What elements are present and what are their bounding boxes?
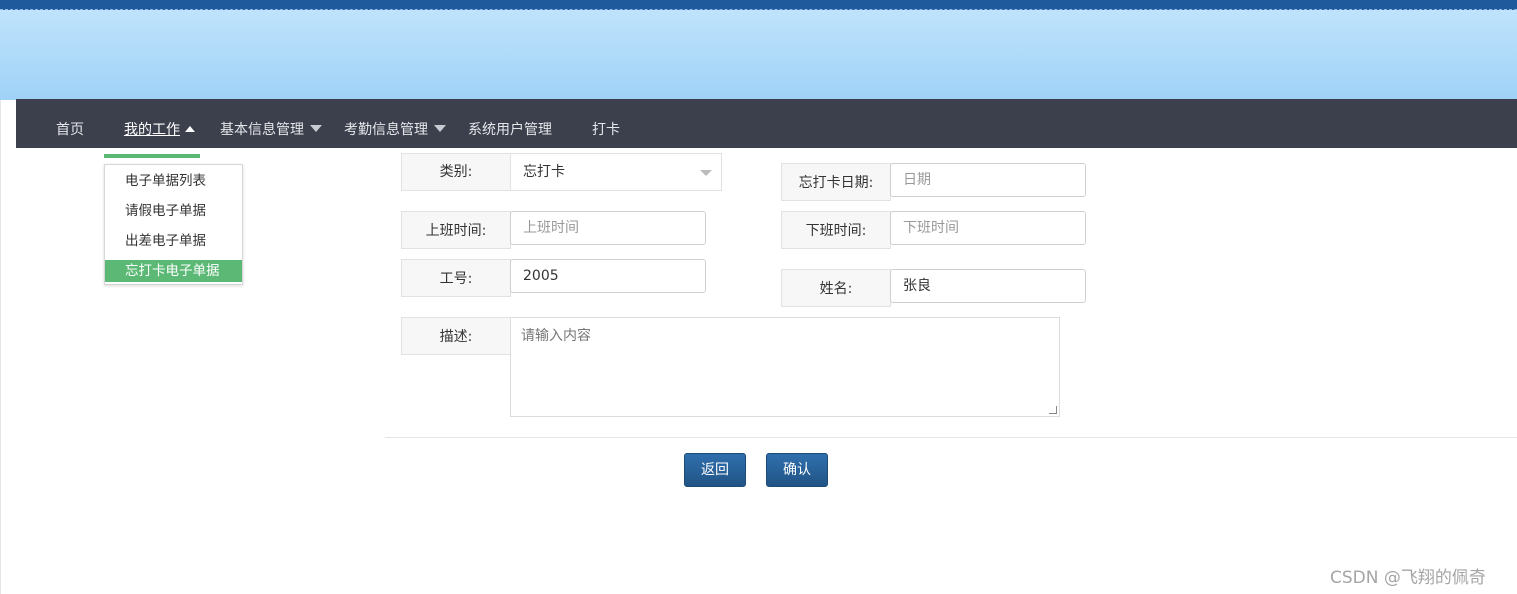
nav-attendance[interactable]: 考勤信息管理 [344, 120, 446, 140]
start-time-placeholder: 上班时间 [523, 220, 579, 236]
end-time-placeholder: 下班时间 [903, 220, 959, 236]
employee-no-input[interactable]: 2005 [510, 259, 706, 293]
nav-system-users-label: 系统用户管理 [468, 122, 552, 138]
category-select[interactable]: 忘打卡 [510, 153, 722, 191]
caret-up-icon [185, 126, 195, 132]
nav-clock-in[interactable]: 打卡 [592, 120, 620, 140]
start-time-input[interactable]: 上班时间 [510, 211, 706, 245]
header-banner [0, 10, 1517, 100]
form-divider [385, 437, 1517, 438]
nav-basic-info-label: 基本信息管理 [220, 122, 304, 138]
nav-home[interactable]: 首页 [56, 120, 84, 140]
back-button[interactable]: 返回 [684, 453, 746, 487]
category-label: 类别: [401, 153, 511, 191]
name-label: 姓名: [781, 269, 891, 307]
dropdown-item-forgot-clock-document[interactable]: 忘打卡电子单据 [105, 260, 242, 282]
confirm-button[interactable]: 确认 [766, 453, 828, 487]
caret-down-icon [310, 125, 322, 132]
employee-no-label: 工号: [401, 259, 511, 297]
category-select-value: 忘打卡 [523, 164, 565, 180]
dropdown-item-trip-document[interactable]: 出差电子单据 [105, 230, 242, 252]
description-label: 描述: [401, 317, 511, 355]
nav-my-work-label: 我的工作 [124, 122, 180, 138]
resize-handle-icon[interactable] [1049, 406, 1057, 414]
nav-attendance-label: 考勤信息管理 [344, 122, 428, 138]
dropdown-item-leave-document[interactable]: 请假电子单据 [105, 200, 242, 222]
top-border [0, 0, 1517, 10]
nav-system-users[interactable]: 系统用户管理 [468, 120, 552, 140]
forgot-date-placeholder: 日期 [903, 172, 931, 188]
dropdown-item-document-list[interactable]: 电子单据列表 [105, 170, 242, 192]
chevron-down-icon [700, 170, 712, 176]
description-textarea[interactable]: 请输入内容 [510, 317, 1060, 417]
nav-clock-in-label: 打卡 [592, 122, 620, 138]
nav-home-label: 首页 [56, 122, 84, 138]
description-placeholder: 请输入内容 [521, 328, 591, 344]
my-work-dropdown: 电子单据列表 请假电子单据 出差电子单据 忘打卡电子单据 [104, 164, 243, 285]
name-input[interactable]: 张良 [890, 269, 1086, 303]
nav-my-work[interactable]: 我的工作 [124, 120, 195, 140]
end-time-input[interactable]: 下班时间 [890, 211, 1086, 245]
forgot-date-label: 忘打卡日期: [781, 163, 891, 201]
end-time-label: 下班时间: [781, 211, 891, 249]
csdn-watermark: CSDN @飞翔的佩奇 [1330, 568, 1486, 588]
active-nav-indicator [104, 154, 200, 158]
left-edge-line [0, 100, 1, 594]
start-time-label: 上班时间: [401, 211, 511, 249]
caret-down-icon [434, 125, 446, 132]
nav-basic-info[interactable]: 基本信息管理 [220, 120, 322, 140]
forgot-date-input[interactable]: 日期 [890, 163, 1086, 197]
